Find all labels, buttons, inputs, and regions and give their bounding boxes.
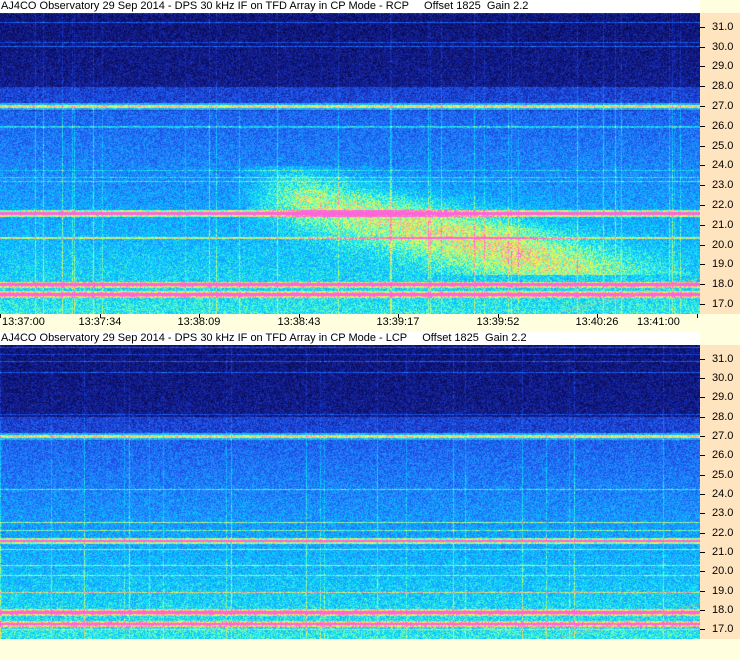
y-tick [700, 378, 705, 379]
y-tick-label: 17.0 [712, 623, 734, 635]
y-tick [700, 436, 705, 437]
y-tick-label: 17.0 [712, 298, 734, 310]
y-tick [700, 304, 705, 305]
x-tick-label: 13:39:17 [376, 316, 420, 328]
y-tick-label: 21.0 [712, 219, 734, 231]
y-tick [700, 205, 705, 206]
x-tick [0, 314, 1, 318]
y-tick [700, 264, 705, 265]
x-tick-label: 13:37:34 [78, 316, 122, 328]
y-tick [700, 185, 705, 186]
y-tick [700, 629, 705, 630]
y-tick-label: 27.0 [712, 430, 734, 442]
y-tick-label: 30.0 [712, 41, 734, 53]
y-tick-label: 22.0 [712, 527, 734, 539]
rcp-spectrogram [0, 13, 700, 314]
y-tick [700, 533, 705, 534]
y-tick-label: 25.0 [712, 469, 734, 481]
x-tick-label: 13:38:43 [277, 316, 321, 328]
y-tick-label: 26.0 [712, 449, 734, 461]
y-tick-label: 23.0 [712, 507, 734, 519]
y-tick-label: 27.0 [712, 100, 734, 112]
y-tick [700, 610, 705, 611]
rcp-time-axis: 13:37:00 13:37:34 13:38:09 13:38:43 13:39:17… [0, 314, 740, 332]
x-tick-label: 13:38:09 [177, 316, 221, 328]
y-tick [700, 513, 705, 514]
y-tick [700, 126, 705, 127]
y-tick-label: 24.0 [712, 159, 734, 171]
y-tick-label: 19.0 [712, 258, 734, 270]
y-tick-label: 21.0 [712, 546, 734, 558]
y-tick-label: 24.0 [712, 488, 734, 500]
x-tick-label: 13:41:00 [637, 316, 680, 328]
y-tick-label: 18.0 [712, 278, 734, 290]
y-tick [700, 47, 705, 48]
lcp-spectrogram [0, 345, 700, 639]
y-tick-label: 31.0 [712, 21, 734, 33]
y-tick [700, 455, 705, 456]
y-tick-label: 23.0 [712, 179, 734, 191]
y-tick [700, 591, 705, 592]
y-tick-label: 18.0 [712, 604, 734, 616]
x-tick-label: 13:39:52 [476, 316, 520, 328]
y-tick [700, 27, 705, 28]
y-tick-label: 20.0 [712, 565, 734, 577]
lcp-title: AJ4CO Observatory 29 Sep 2014 - DPS 30 k… [0, 332, 700, 345]
y-tick-label: 19.0 [712, 585, 734, 597]
y-tick [700, 359, 705, 360]
lcp-frequency-axis: 31.0 30.0 29.0 28.0 27.0 26.0 25.0 24.0 23.0 22.0… [700, 345, 740, 639]
y-tick-label: 28.0 [712, 411, 734, 423]
x-tick-label: 13:37:00 [2, 316, 45, 328]
x-tick [697, 314, 698, 318]
y-tick-label: 22.0 [712, 199, 734, 211]
y-tick-label: 25.0 [712, 140, 734, 152]
y-tick [700, 552, 705, 553]
y-tick [700, 284, 705, 285]
y-tick-label: 31.0 [712, 353, 734, 365]
y-tick [700, 494, 705, 495]
y-tick [700, 571, 705, 572]
y-tick-label: 29.0 [712, 391, 734, 403]
y-tick [700, 146, 705, 147]
rcp-frequency-axis: 31.0 30.0 29.0 28.0 27.0 26.0 25.0 24.0 23.0 22.0… [700, 13, 740, 314]
y-tick-label: 26.0 [712, 120, 734, 132]
y-tick [700, 397, 705, 398]
y-tick [700, 417, 705, 418]
y-tick [700, 245, 705, 246]
y-tick-label: 29.0 [712, 60, 734, 72]
y-tick-label: 20.0 [712, 239, 734, 251]
rcp-title: AJ4CO Observatory 29 Sep 2014 - DPS 30 k… [0, 0, 700, 13]
y-tick [700, 475, 705, 476]
x-tick-label: 13:40:26 [575, 316, 619, 328]
y-tick [700, 106, 705, 107]
y-tick-label: 28.0 [712, 80, 734, 92]
y-tick [700, 66, 705, 67]
y-tick-label: 30.0 [712, 372, 734, 384]
y-tick [700, 225, 705, 226]
y-tick [700, 86, 705, 87]
y-tick [700, 165, 705, 166]
